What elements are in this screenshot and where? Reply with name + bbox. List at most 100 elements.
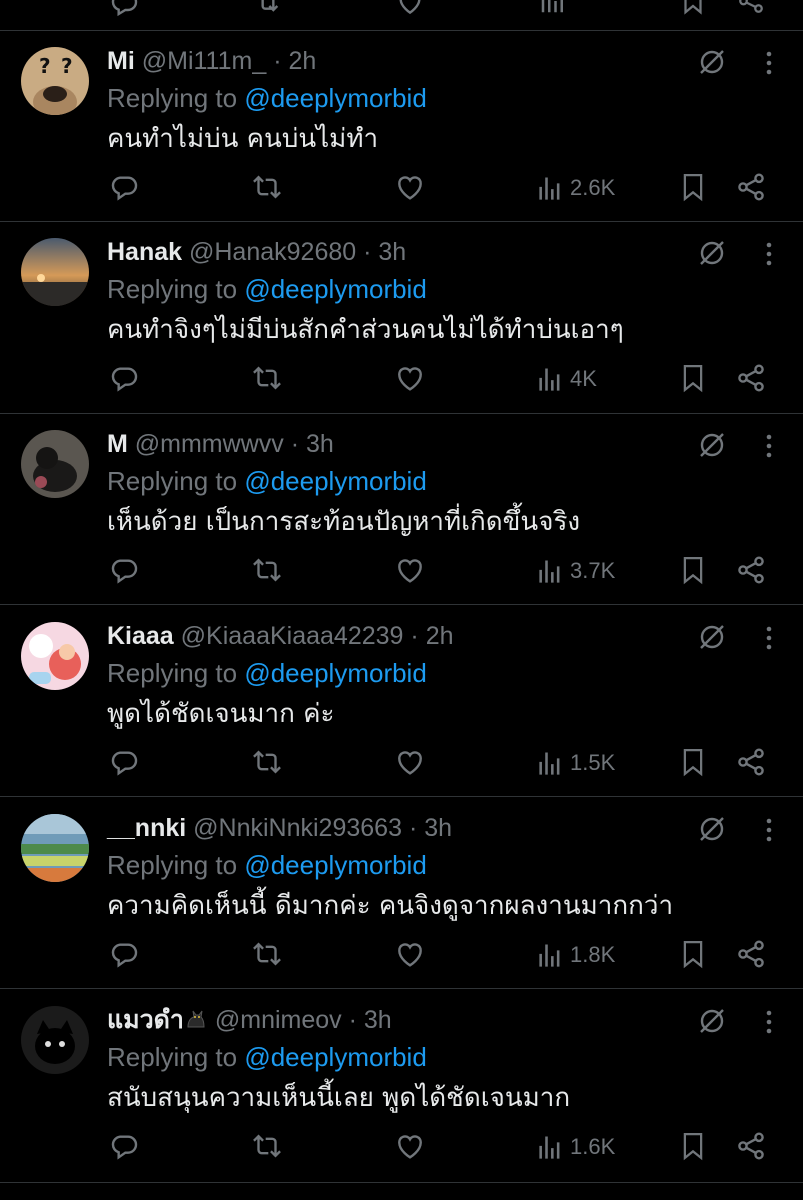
views-button[interactable]: 1.6K [536,1130,615,1164]
display-name[interactable]: Kiaaa [107,622,174,650]
avatar[interactable] [21,814,89,882]
share-button[interactable] [735,1130,767,1164]
more-icon[interactable] [756,624,782,652]
repost-icon[interactable] [252,0,284,18]
mention-link[interactable]: @deeplymorbid [244,1042,426,1072]
display-name[interactable]: M [107,430,128,458]
like-button[interactable] [394,1130,426,1164]
reply-item[interactable]: แมวดำ @mnimeov · 3h Replying to @deeplym… [0,990,803,1181]
repost-button[interactable] [250,554,284,588]
like-button[interactable] [394,746,426,780]
avatar[interactable] [21,1006,89,1074]
grok-icon[interactable] [697,238,727,268]
reply-icon[interactable] [108,0,140,18]
user-handle[interactable]: @NnkiNnki293663 [193,814,402,842]
svg-text:?: ? [61,54,73,78]
like-button[interactable] [394,554,426,588]
more-icon[interactable] [756,1008,782,1036]
repost-button[interactable] [250,746,284,780]
display-name[interactable]: Hanak [107,238,182,266]
bookmark-icon[interactable] [678,0,708,16]
bookmark-button[interactable] [678,938,708,972]
like-button[interactable] [394,938,426,972]
timestamp[interactable]: 2h [288,47,316,75]
avatar[interactable]: ?? [21,47,89,115]
repost-button[interactable] [250,362,284,396]
share-button[interactable] [735,362,767,396]
display-name[interactable]: แมวดำ [107,1006,184,1034]
user-handle[interactable]: @Hanak92680 [189,238,356,266]
like-button[interactable] [394,171,426,205]
grok-icon[interactable] [697,47,727,77]
reply-item[interactable]: __nnki @NnkiNnki293663 · 3h Replying to … [0,798,803,989]
views-count: 4K [570,366,597,391]
views-button[interactable]: 1.5K [536,746,615,780]
repost-button[interactable] [250,171,284,205]
timestamp[interactable]: 3h [306,430,334,458]
share-icon[interactable] [736,0,766,16]
share-button[interactable] [735,746,767,780]
like-button[interactable] [394,362,426,396]
divider [0,988,803,989]
grok-icon[interactable] [697,430,727,460]
views-icon [539,944,560,967]
avatar[interactable] [21,622,89,690]
user-handle[interactable]: @mnimeov [215,1006,342,1034]
timestamp[interactable]: 3h [364,1006,392,1034]
display-name[interactable]: Mi [107,47,135,75]
reply-item[interactable]: M @mmmwwvv · 3h Replying to @deeplymorbi… [0,414,803,605]
bookmark-button[interactable] [678,1130,708,1164]
timestamp[interactable]: 3h [378,238,406,266]
reply-button[interactable] [108,362,140,396]
mention-link[interactable]: @deeplymorbid [244,850,426,880]
grok-icon[interactable] [697,1006,727,1036]
share-button[interactable] [735,171,767,205]
user-handle[interactable]: @mmmwwvv [135,430,284,458]
avatar[interactable] [21,430,89,498]
timestamp[interactable]: 3h [424,814,452,842]
replying-label: Replying to [107,274,238,304]
user-handle[interactable]: @KiaaaKiaaa42239 [181,622,404,650]
reply-item[interactable]: Hanak @Hanak92680 · 3h Replying to @deep… [0,222,803,413]
reply-header: แมวดำ @mnimeov · 3h [107,1003,392,1037]
avatar[interactable] [21,238,89,306]
mention-link[interactable]: @deeplymorbid [244,83,426,113]
grok-icon[interactable] [697,814,727,844]
bookmark-button[interactable] [678,746,708,780]
reply-header: Kiaaa @KiaaaKiaaa42239 · 2h [107,619,454,653]
like-icon[interactable] [394,0,426,18]
more-icon[interactable] [756,49,782,77]
user-handle[interactable]: @Mi111m_ [142,47,267,75]
reply-button[interactable] [108,554,140,588]
bookmark-button[interactable] [678,362,708,396]
separator-dot: · [273,47,282,75]
timestamp[interactable]: 2h [426,622,454,650]
views-count: 3.7K [570,558,616,583]
mention-link[interactable]: @deeplymorbid [244,658,426,688]
reply-button[interactable] [108,171,140,205]
bookmark-button[interactable] [678,171,708,205]
bookmark-button[interactable] [678,554,708,588]
views-icon[interactable] [538,0,568,16]
reply-item[interactable]: ?? Mi @Mi111m_ · 2h Replying to @deeplym… [0,31,803,222]
views-button[interactable]: 2.6K [536,171,615,205]
share-button[interactable] [735,938,767,972]
views-button[interactable]: 3.7K [536,554,615,588]
repost-button[interactable] [250,1130,284,1164]
views-button[interactable]: 1.8K [536,938,615,972]
mention-link[interactable]: @deeplymorbid [244,466,426,496]
mention-link[interactable]: @deeplymorbid [244,274,426,304]
reply-button[interactable] [108,1130,140,1164]
like-icon [398,943,422,967]
reply-button[interactable] [108,938,140,972]
views-button[interactable]: 4K [536,362,597,396]
grok-icon[interactable] [697,622,727,652]
more-icon[interactable] [756,240,782,268]
reply-item[interactable]: Kiaaa @KiaaaKiaaa42239 · 2h Replying to … [0,606,803,797]
repost-button[interactable] [250,938,284,972]
more-icon[interactable] [756,816,782,844]
reply-button[interactable] [108,746,140,780]
more-icon[interactable] [756,432,782,460]
display-name[interactable]: __nnki [107,814,186,842]
share-button[interactable] [735,554,767,588]
